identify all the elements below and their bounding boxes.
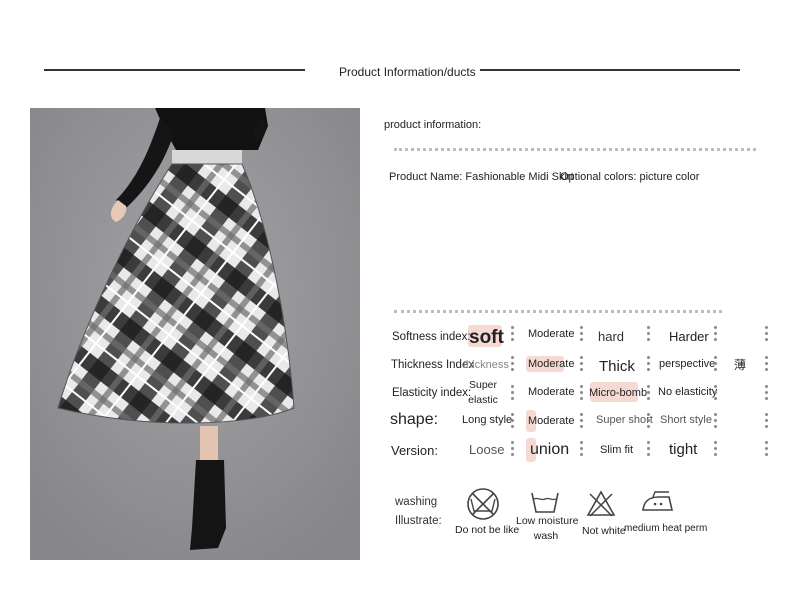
- option-harder: Harder: [669, 329, 709, 344]
- column-separator: [765, 441, 768, 459]
- header-rule-right: [480, 69, 740, 71]
- column-separator: [714, 356, 717, 374]
- wash-icon-label: Low moisture: [516, 515, 579, 527]
- option-union: union: [530, 441, 570, 458]
- column-separator: [511, 326, 514, 344]
- row-label-thickness: Thickness Index: [391, 359, 475, 371]
- column-separator: [580, 356, 583, 374]
- option-moderate: Moderate: [528, 358, 575, 370]
- column-separator: [714, 413, 717, 431]
- column-separator: [647, 441, 650, 459]
- option-tight: tight: [669, 441, 698, 458]
- column-separator: [647, 326, 650, 344]
- row-label-softness: Softness index:: [392, 331, 471, 343]
- do-not-wash-icon: [466, 487, 500, 526]
- row-label-elasticity: Elasticity index:: [392, 387, 472, 399]
- row-label-shape: shape:: [390, 411, 439, 428]
- product-name: Product Name: Fashionable Midi Skirt: [389, 171, 574, 183]
- wash-icon-label: Do not be like: [455, 524, 520, 536]
- column-separator: [765, 413, 768, 431]
- option-thick: Thick: [599, 358, 635, 375]
- column-separator: [511, 356, 514, 374]
- column-separator: [511, 385, 514, 403]
- option-thickness: thickness: [463, 359, 509, 371]
- option-super-short: Super short: [596, 414, 653, 426]
- washing-label-2: Illustrate:: [395, 515, 442, 527]
- column-separator: [511, 441, 514, 459]
- product-photo: [30, 108, 360, 560]
- option-hard: hard: [598, 329, 625, 344]
- iron-medium-heat-icon: [641, 489, 675, 518]
- product-info-heading: product information:: [384, 119, 482, 131]
- stray-character: 薄: [734, 358, 747, 372]
- option-slim-fit: Slim fit: [600, 444, 633, 456]
- option-perspective: perspective: [659, 358, 716, 370]
- option-moderate: Moderate: [528, 328, 575, 340]
- header-title: Product Information/ducts: [339, 65, 476, 79]
- column-separator: [647, 356, 650, 374]
- column-separator: [765, 385, 768, 403]
- wash-icon-label: medium heat perm: [624, 523, 708, 534]
- column-separator: [511, 413, 514, 431]
- column-separator: [765, 356, 768, 374]
- column-separator: [714, 326, 717, 344]
- divider-dotted-top: [394, 148, 756, 151]
- option-super-elastic: Super elastic: [468, 379, 498, 406]
- column-separator: [714, 441, 717, 459]
- optional-colors: Optional colors: picture color: [560, 171, 700, 183]
- column-separator: [647, 385, 650, 403]
- header-rule-left: [44, 69, 305, 71]
- option-moderate: Moderate: [528, 386, 575, 398]
- column-separator: [647, 413, 650, 431]
- row-label-version: Version:: [391, 443, 438, 458]
- option-loose: Loose: [469, 442, 505, 457]
- washing-label: washing: [395, 496, 438, 508]
- option-soft: soft: [469, 327, 504, 348]
- column-separator: [765, 326, 768, 344]
- option-moderate: Moderate: [528, 415, 575, 427]
- option-long-style: Long style: [462, 414, 513, 426]
- wash-icon-label: Not white: [582, 525, 626, 537]
- column-separator: [580, 385, 583, 403]
- column-separator: [580, 413, 583, 431]
- divider-dotted-mid: [394, 310, 722, 313]
- option-short-style: Short style: [660, 414, 712, 426]
- column-separator: [714, 385, 717, 403]
- option-no-elasticity: No elasticity: [658, 386, 718, 398]
- no-bleach-icon: [586, 490, 616, 523]
- column-separator: [580, 441, 583, 459]
- wash-icon-label-2: wash: [533, 530, 559, 542]
- column-separator: [580, 326, 583, 344]
- option-micro-bomb: Micro-bomb: [589, 387, 648, 399]
